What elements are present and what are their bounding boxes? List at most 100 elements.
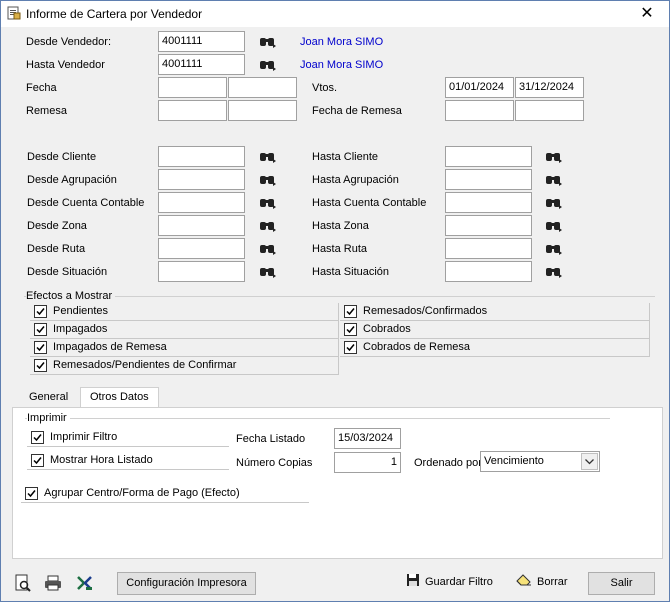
check-icon: [33, 457, 42, 465]
range-to-input[interactable]: [445, 146, 532, 167]
efecto-row[interactable]: Cobrados: [340, 321, 650, 339]
efecto-row[interactable]: Impagados de Remesa: [30, 339, 339, 357]
range-to-label: Hasta Cliente: [312, 151, 379, 163]
imprimir-filtro-checkbox[interactable]: [31, 431, 44, 444]
tab-general[interactable]: General: [20, 388, 77, 408]
vtos-label: Vtos.: [312, 82, 338, 94]
efecto-checkbox[interactable]: [344, 341, 357, 354]
efecto-checkbox[interactable]: [34, 359, 47, 372]
range-from-label: Desde Cliente: [27, 151, 97, 163]
imprimir-filtro-label: Imprimir Filtro: [50, 431, 118, 443]
mostrar-hora-label: Mostrar Hora Listado: [50, 454, 153, 466]
efecto-row[interactable]: Cobrados de Remesa: [340, 339, 650, 357]
efecto-row[interactable]: Remesados/Confirmados: [340, 303, 650, 321]
numero-copias-input[interactable]: 1: [334, 452, 401, 473]
configuracion-impresora-button[interactable]: Configuración Impresora: [117, 572, 256, 595]
check-icon: [27, 490, 36, 498]
range-from-input[interactable]: [158, 238, 245, 259]
efecto-row[interactable]: Pendientes: [30, 303, 339, 321]
efecto-label: Pendientes: [53, 305, 109, 317]
range-to-binoculars-icon[interactable]: [545, 150, 563, 164]
remesa-to-input[interactable]: [228, 100, 297, 121]
range-to-label: Hasta Zona: [312, 220, 369, 232]
range-to-label: Hasta Situación: [312, 266, 390, 278]
range-from-label: Desde Agrupación: [27, 174, 117, 186]
check-icon: [36, 362, 45, 370]
borrar-button[interactable]: Borrar: [516, 571, 568, 594]
efecto-checkbox[interactable]: [344, 323, 357, 336]
range-to-binoculars-icon[interactable]: [545, 173, 563, 187]
hasta-vendedor-input[interactable]: 4001111: [158, 54, 245, 75]
efecto-checkbox[interactable]: [344, 305, 357, 318]
agrupar-checkbox[interactable]: [25, 487, 38, 500]
numero-copias-label: Número Copias: [236, 457, 313, 469]
efecto-checkbox[interactable]: [34, 341, 47, 354]
range-from-binoculars-icon[interactable]: [259, 242, 277, 256]
range-from-input[interactable]: [158, 146, 245, 167]
imprimir-group-border: [25, 418, 610, 419]
tab-otros-datos[interactable]: Otros Datos: [80, 387, 159, 409]
efectos-group-border: [24, 296, 655, 297]
desde-vendedor-label: Desde Vendedor:: [26, 36, 112, 48]
efecto-row[interactable]: Impagados: [30, 321, 339, 339]
check-icon: [346, 308, 355, 316]
range-to-input[interactable]: [445, 215, 532, 236]
fecha-remesa-to-input[interactable]: [515, 100, 584, 121]
check-icon: [33, 434, 42, 442]
range-from-binoculars-icon[interactable]: [259, 173, 277, 187]
range-to-input[interactable]: [445, 261, 532, 282]
fecha-from-input[interactable]: [158, 77, 227, 98]
ordenado-por-select[interactable]: Vencimiento: [480, 451, 600, 472]
range-from-input[interactable]: [158, 261, 245, 282]
vtos-from-input[interactable]: 01/01/2024: [445, 77, 514, 98]
range-from-input[interactable]: [158, 169, 245, 190]
range-from-binoculars-icon[interactable]: [259, 265, 277, 279]
vtos-to-input[interactable]: 31/12/2024: [515, 77, 584, 98]
report-window: Informe de Cartera por Vendedor ✕ Desde …: [0, 0, 670, 602]
range-to-binoculars-icon[interactable]: [545, 265, 563, 279]
range-to-input[interactable]: [445, 169, 532, 190]
agrupar-label: Agrupar Centro/Forma de Pago (Efecto): [44, 487, 240, 499]
efecto-checkbox[interactable]: [34, 305, 47, 318]
imprimir-filtro-row[interactable]: Imprimir Filtro: [27, 429, 229, 447]
printer-icon[interactable]: [44, 574, 62, 592]
mostrar-hora-checkbox[interactable]: [31, 454, 44, 467]
efecto-row[interactable]: Remesados/Pendientes de Confirmar: [30, 357, 339, 375]
close-button[interactable]: ✕: [633, 3, 661, 25]
range-to-binoculars-icon[interactable]: [545, 196, 563, 210]
desde-vendedor-binoculars-icon[interactable]: [259, 35, 277, 49]
hasta-vendedor-name: Joan Mora SIMO: [300, 59, 384, 71]
range-from-input[interactable]: [158, 192, 245, 213]
agrupar-row[interactable]: Agrupar Centro/Forma de Pago (Efecto): [21, 485, 309, 503]
chevron-down-icon[interactable]: [581, 453, 598, 470]
check-icon: [346, 326, 355, 334]
desde-vendedor-input[interactable]: 4001111: [158, 31, 245, 52]
range-from-binoculars-icon[interactable]: [259, 219, 277, 233]
hasta-vendedor-binoculars-icon[interactable]: [259, 58, 277, 72]
remesa-from-input[interactable]: [158, 100, 227, 121]
print-preview-icon[interactable]: [14, 574, 32, 592]
check-icon: [36, 326, 45, 334]
range-to-input[interactable]: [445, 238, 532, 259]
efecto-label: Cobrados de Remesa: [363, 341, 471, 353]
guardar-filtro-button[interactable]: Guardar Filtro: [406, 571, 493, 594]
range-from-input[interactable]: [158, 215, 245, 236]
range-from-label: Desde Ruta: [27, 243, 86, 255]
range-from-binoculars-icon[interactable]: [259, 196, 277, 210]
range-from-label: Desde Zona: [27, 220, 87, 232]
salir-button[interactable]: Salir: [588, 572, 655, 595]
range-to-binoculars-icon[interactable]: [545, 219, 563, 233]
fecha-to-input[interactable]: [228, 77, 297, 98]
report-icon: [7, 6, 21, 20]
range-to-input[interactable]: [445, 192, 532, 213]
range-to-binoculars-icon[interactable]: [545, 242, 563, 256]
mostrar-hora-row[interactable]: Mostrar Hora Listado: [27, 452, 229, 470]
fecha-listado-input[interactable]: 15/03/2024: [334, 428, 401, 449]
excel-icon[interactable]: [76, 574, 94, 592]
range-from-label: Desde Cuenta Contable: [27, 197, 145, 209]
efecto-checkbox[interactable]: [34, 323, 47, 336]
eraser-icon: [516, 574, 531, 586]
range-from-binoculars-icon[interactable]: [259, 150, 277, 164]
guardar-filtro-label: Guardar Filtro: [425, 576, 493, 588]
fecha-remesa-from-input[interactable]: [445, 100, 514, 121]
